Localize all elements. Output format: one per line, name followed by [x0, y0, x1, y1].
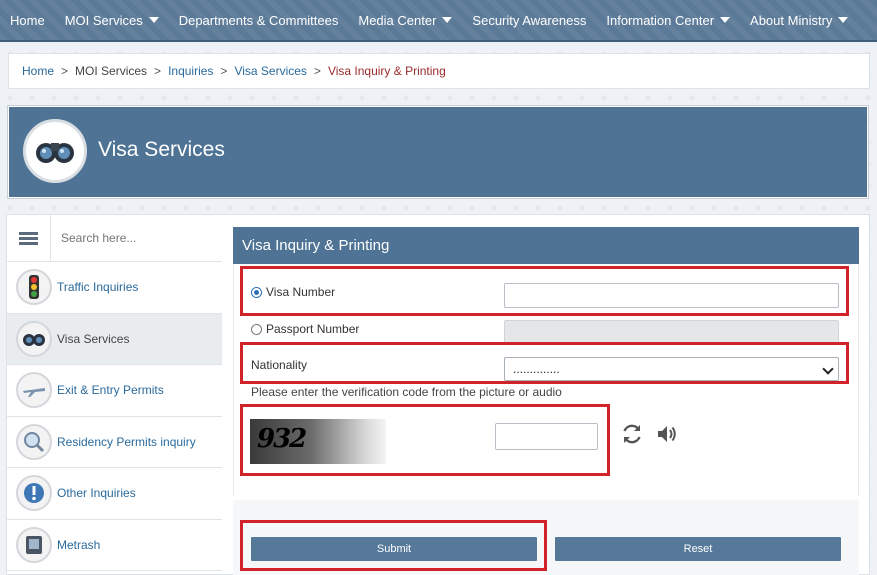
audio-icon[interactable] — [655, 422, 679, 446]
nav-home[interactable]: Home — [0, 0, 55, 41]
nav-moi-services-label: MOI Services — [64, 12, 143, 28]
sidebar-item-label: Traffic Inquiries — [57, 280, 139, 295]
breadcrumb-moi-services[interactable]: MOI Services — [75, 64, 147, 78]
breadcrumb-separator: > — [220, 64, 228, 78]
page-banner: Visa Services — [8, 106, 868, 198]
captcha-input[interactable] — [495, 423, 598, 450]
visa-number-option[interactable]: Visa Number — [251, 285, 335, 299]
visa-number-radio[interactable] — [251, 286, 262, 298]
chevron-down-icon — [442, 17, 453, 23]
airplane-icon — [16, 372, 52, 409]
sidebar-search-input[interactable] — [51, 215, 222, 261]
sidebar-item-label: Metrash — [57, 537, 101, 552]
breadcrumb-separator: > — [313, 64, 321, 78]
nav-security-awareness-label: Security Awareness — [472, 12, 587, 28]
sidebar: Traffic Inquiries Visa Services Exit & E… — [6, 214, 223, 575]
sidebar-item-visa-services[interactable]: Visa Services — [7, 313, 222, 365]
nav-information-center-label: Information Center — [606, 12, 715, 28]
sidebar-item-label: Exit & Entry Permits — [57, 383, 164, 398]
passport-number-input[interactable] — [504, 320, 839, 345]
breadcrumb-home[interactable]: Home — [22, 64, 54, 78]
binoculars-icon — [23, 119, 87, 183]
breadcrumb-separator: > — [61, 64, 69, 78]
passport-number-label: Passport Number — [266, 322, 360, 336]
sidebar-item-other-inquiries[interactable]: Other Inquiries — [7, 468, 222, 520]
captcha-text: 932 — [257, 424, 307, 454]
visa-number-input[interactable] — [504, 283, 839, 308]
sidebar-item-traffic-inquiries[interactable]: Traffic Inquiries — [7, 262, 222, 314]
refresh-icon[interactable] — [620, 422, 644, 446]
passport-number-option[interactable]: Passport Number — [251, 322, 359, 336]
nav-information-center[interactable]: Information Center — [596, 0, 740, 41]
nationality-select[interactable]: .............. — [504, 357, 839, 381]
traffic-light-icon — [16, 269, 52, 306]
reset-button[interactable]: Reset — [555, 537, 841, 561]
breadcrumb-visa-services[interactable]: Visa Services — [234, 64, 306, 78]
captcha-image: 932 — [250, 419, 386, 464]
info-icon — [16, 475, 52, 512]
sidebar-header — [7, 215, 222, 262]
breadcrumb-inquiries[interactable]: Inquiries — [168, 64, 213, 78]
breadcrumb: Home > MOI Services > Inquiries > Visa S… — [8, 53, 870, 89]
chevron-down-icon — [720, 17, 731, 23]
nav-home-label: Home — [10, 12, 45, 28]
nationality-selected-value: .............. — [513, 362, 560, 376]
chevron-down-icon — [822, 363, 834, 375]
sidebar-item-label: Visa Services — [57, 331, 130, 346]
verification-hint: Please enter the verification code from … — [251, 385, 562, 399]
device-icon — [16, 526, 52, 563]
page-title: Visa Services — [98, 138, 225, 161]
binoculars-icon — [16, 320, 52, 357]
nav-departments[interactable]: Departments & Committees — [169, 0, 349, 41]
sidebar-item-label: Residency Permits inquiry — [57, 434, 196, 449]
top-navigation: Home MOI Services Departments & Committe… — [0, 0, 877, 42]
sidebar-item-metrash[interactable]: Metrash — [7, 520, 222, 571]
chevron-down-icon — [148, 17, 159, 23]
nationality-label: Nationality — [251, 358, 308, 372]
passport-number-radio[interactable] — [251, 323, 262, 335]
sidebar-item-residency-permits[interactable]: Residency Permits inquiry — [7, 417, 222, 468]
nav-security-awareness[interactable]: Security Awareness — [462, 0, 596, 41]
nav-about-ministry[interactable]: About Ministry — [740, 0, 858, 41]
nav-departments-label: Departments & Committees — [178, 12, 339, 28]
nav-media-center-label: Media Center — [358, 12, 437, 28]
submit-button[interactable]: Submit — [251, 537, 537, 561]
visa-number-label: Visa Number — [266, 285, 336, 299]
nav-about-ministry-label: About Ministry — [750, 12, 833, 28]
breadcrumb-current: Visa Inquiry & Printing — [327, 64, 446, 78]
magnifier-icon — [16, 423, 52, 460]
chevron-down-icon — [838, 17, 849, 23]
sidebar-item-exit-entry-permits[interactable]: Exit & Entry Permits — [7, 365, 222, 417]
sidebar-item-label: Other Inquiries — [57, 486, 136, 501]
form-title: Visa Inquiry & Printing — [233, 227, 859, 264]
nav-media-center[interactable]: Media Center — [348, 0, 462, 41]
nav-moi-services[interactable]: MOI Services — [55, 0, 169, 41]
menu-icon[interactable] — [7, 215, 51, 261]
breadcrumb-separator: > — [154, 64, 162, 78]
